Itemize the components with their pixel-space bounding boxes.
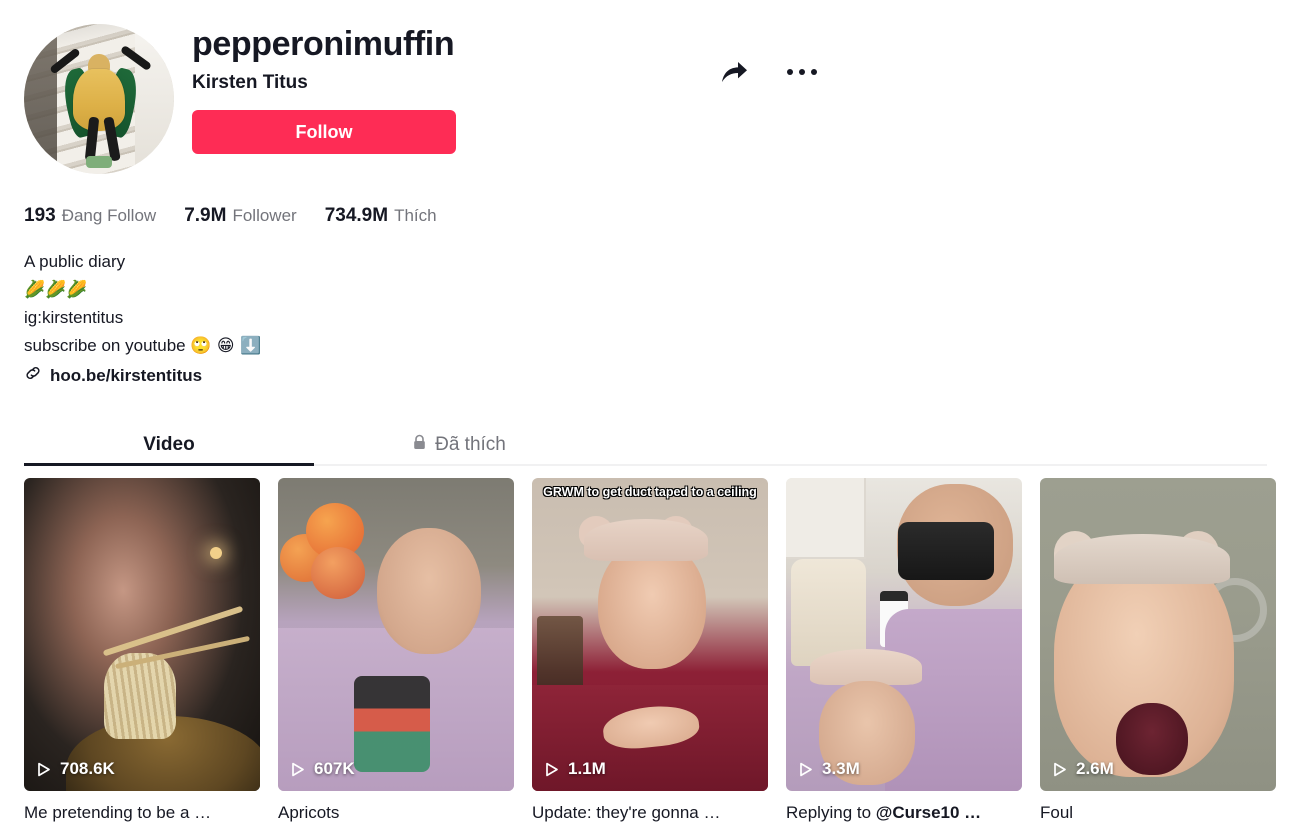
stat-likes[interactable]: 734.9M Thích [325, 205, 437, 227]
tab-videos[interactable]: Video [24, 424, 314, 466]
thumb-open-mouth [1115, 703, 1188, 776]
video-thumbnail[interactable]: 2.6M [1040, 478, 1276, 791]
tab-videos-label: Video [143, 434, 195, 455]
thumb-apricot-3 [311, 546, 366, 599]
video-caption: Me pretending to be a … [24, 803, 212, 822]
lock-icon [412, 434, 427, 457]
avatar[interactable] [24, 24, 174, 174]
video-views-count: 708.6K [60, 759, 115, 778]
bio-line-2: 🌽🌽🌽 [24, 280, 88, 300]
bio-link-text: hoo.be/kirstentitus [50, 365, 203, 385]
play-icon [544, 761, 560, 777]
profile-page: pepperonimuffin Kirsten Titus Follow 193… [0, 0, 1291, 831]
link-chain-icon [24, 364, 42, 387]
avatar-wall-right [135, 24, 174, 174]
thumb-headband [583, 518, 708, 561]
video-card[interactable]: GRWM to get duct taped to a ceiling 1.1M… [532, 478, 768, 825]
video-thumbnail[interactable]: 708.6K [24, 478, 260, 791]
video-views: 607K [290, 759, 355, 779]
identity-block: pepperonimuffin Kirsten Titus Follow [192, 22, 456, 154]
page-title: pepperonimuffin [192, 25, 455, 63]
thumb-cabinet [786, 478, 867, 560]
video-card[interactable]: 708.6K Me pretending to be a … [24, 478, 260, 825]
video-views-count: 3.3M [822, 759, 860, 778]
bio-line-3: ig:kirstentitus [24, 308, 124, 327]
tab-liked[interactable]: Đã thích [314, 424, 604, 466]
follow-button[interactable]: Follow [192, 110, 456, 154]
stat-likes-value: 734.9M [324, 205, 389, 226]
video-caption: Foul [1040, 803, 1074, 822]
video-views-count: 2.6M [1076, 759, 1114, 778]
stats-row: 193 Đang Follow 7.9M Follower 734.9M Thí… [24, 205, 465, 227]
stat-following[interactable]: 193 Đang Follow [24, 205, 156, 227]
header-actions [714, 52, 822, 92]
stat-following-label: Đang Follow [61, 206, 157, 225]
tab-active-underline [24, 463, 314, 466]
thumb-headband [1054, 534, 1231, 585]
thumb-chopstick-1 [102, 605, 244, 657]
stat-followers-value: 7.9M [184, 205, 227, 226]
video-views: 3.3M [798, 759, 860, 779]
tab-row: Video Đã thích [24, 424, 1267, 466]
share-arrow-icon[interactable] [714, 52, 754, 92]
bio-line-1: A public diary [24, 252, 126, 271]
stat-followers-label: Follower [232, 206, 297, 225]
bio-line-4-emoji: 🙄 😁 ⬇️ [190, 336, 262, 356]
play-icon [290, 761, 306, 777]
bio-link[interactable]: hoo.be/kirstentitus [24, 364, 202, 387]
video-views: 708.6K [36, 759, 115, 779]
video-views-count: 1.1M [568, 759, 606, 778]
video-thumbnail[interactable]: GRWM to get duct taped to a ceiling 1.1M [532, 478, 768, 791]
play-icon [798, 761, 814, 777]
stat-followers[interactable]: 7.9M Follower [184, 205, 297, 227]
avatar-corn-body [73, 69, 125, 131]
video-caption-prefix: Replying to [786, 803, 876, 822]
play-icon [36, 761, 52, 777]
video-card[interactable]: 607K Apricots [278, 478, 514, 825]
thumb-lamp [210, 546, 223, 559]
video-caption-mention[interactable]: @Curse10 … [876, 803, 981, 822]
video-thumbnail[interactable]: 607K [278, 478, 514, 791]
bio-line-4: subscribe on youtube 🙄 😁 ⬇️ [24, 332, 261, 360]
avatar-shoe [86, 156, 112, 168]
tab-liked-label: Đã thích [435, 434, 506, 455]
video-card[interactable]: 2.6M Foul [1040, 478, 1276, 825]
video-views: 1.1M [544, 759, 606, 779]
profile-tabs: Video Đã thích [24, 424, 1267, 466]
video-card[interactable]: 3.3M Replying to @Curse10 … [786, 478, 1022, 825]
thumb-headband [809, 648, 922, 685]
thumb-face [377, 528, 482, 655]
video-thumbnail[interactable]: 3.3M [786, 478, 1022, 791]
video-views: 2.6M [1052, 759, 1114, 779]
video-caption: Apricots [278, 803, 340, 822]
more-dots [787, 69, 817, 75]
more-options-icon[interactable] [782, 52, 822, 92]
thumb-face-mask [897, 521, 994, 580]
display-name: Kirsten Titus [192, 72, 308, 93]
play-icon [1052, 761, 1068, 777]
stat-following-value: 193 [24, 205, 56, 226]
thumb-shirt-graphic [353, 676, 430, 773]
avatar-image[interactable] [24, 24, 174, 174]
video-caption: Update: they're gonna … [532, 803, 721, 822]
video-grid: 708.6K Me pretending to be a … 607K Apri… [24, 478, 1276, 825]
video-overlay-text: GRWM to get duct taped to a ceiling [543, 485, 757, 499]
video-caption: Replying to @Curse10 … [786, 801, 1022, 825]
avatar-wall-left [24, 24, 57, 174]
video-views-count: 607K [314, 759, 355, 778]
bio-text: A public diary 🌽🌽🌽 ig:kirstentitus subsc… [24, 248, 261, 360]
bio-line-4-text: subscribe on youtube [24, 336, 191, 355]
stat-likes-label: Thích [394, 206, 437, 225]
